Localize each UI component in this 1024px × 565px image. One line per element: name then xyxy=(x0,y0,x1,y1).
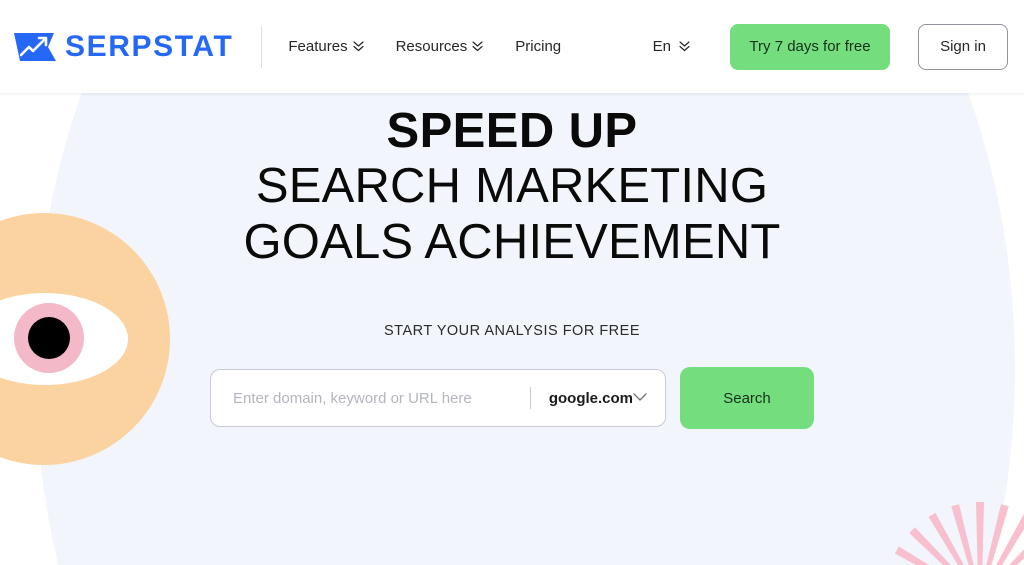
chevron-double-down-icon xyxy=(472,41,483,52)
headline-line-1: SPEED UP xyxy=(386,104,638,158)
nav-item-resources[interactable]: Resources xyxy=(396,38,484,55)
search-input[interactable] xyxy=(233,389,524,407)
headline-line-2: SEARCH MARKETING xyxy=(255,159,769,214)
serpstat-chart-flag-icon xyxy=(14,32,56,61)
headline-line-3: GOALS ACHIEVEMENT xyxy=(243,214,781,269)
language-label: En xyxy=(652,38,671,55)
search-button[interactable]: Search xyxy=(680,367,814,430)
search-divider xyxy=(529,387,531,410)
site-header: SERPSTAT Features Resources Pricing En T… xyxy=(0,0,1024,93)
nav-item-pricing[interactable]: Pricing xyxy=(515,38,561,55)
sign-in-button[interactable]: Sign in xyxy=(918,23,1008,70)
nav-label: Pricing xyxy=(515,38,562,55)
chevron-double-down-icon xyxy=(679,41,690,52)
hero-subtitle: START YOUR ANALYSIS FOR FREE xyxy=(384,323,640,340)
header-divider xyxy=(261,25,263,68)
nav-label: Features xyxy=(288,38,348,55)
try-free-button[interactable]: Try 7 days for free xyxy=(730,23,890,70)
nav-label: Resources xyxy=(395,38,468,55)
logo[interactable]: SERPSTAT xyxy=(12,30,233,64)
search-box[interactable]: google.com xyxy=(210,369,666,428)
header-actions: En Try 7 days for free Sign in xyxy=(653,23,1008,70)
chevron-down-icon[interactable] xyxy=(633,389,647,407)
nav-item-features[interactable]: Features xyxy=(288,38,364,55)
chevron-double-down-icon xyxy=(352,41,364,52)
main-nav: Features Resources Pricing xyxy=(288,38,561,55)
language-selector[interactable]: En xyxy=(653,38,690,55)
logo-text: SERPSTAT xyxy=(65,29,234,63)
search-engine-value: google.com xyxy=(548,389,633,407)
search-row: google.com Search xyxy=(0,367,1024,430)
